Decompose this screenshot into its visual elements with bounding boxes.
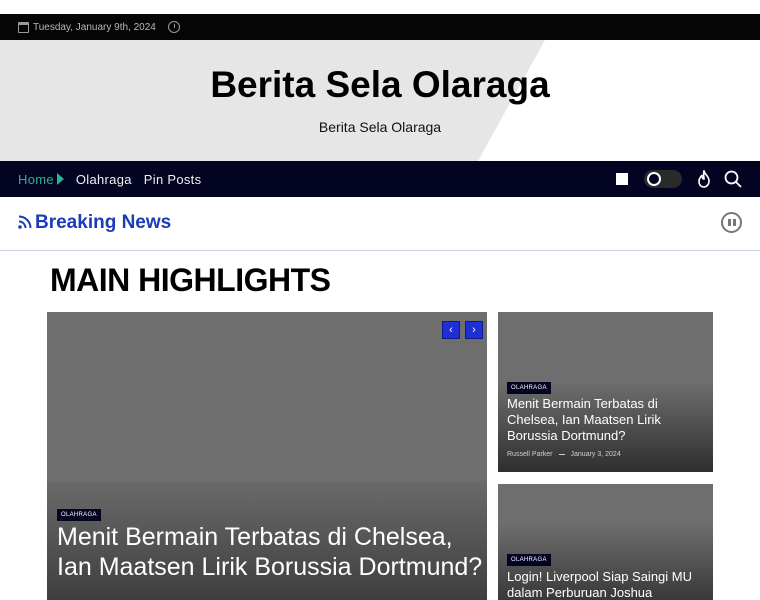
search-icon[interactable] (724, 170, 742, 188)
side-headline[interactable]: Menit Bermain Terbatas di Chelsea, Ian M… (507, 396, 707, 444)
nav-item-pin-posts[interactable]: Pin Posts (144, 172, 202, 187)
category-badge[interactable]: OLAHRAGA (507, 382, 551, 394)
pause-button[interactable] (721, 212, 742, 233)
current-date: Tuesday, January 9th, 2024 (33, 21, 156, 33)
nav-item-olahraga[interactable]: Olahraga (76, 172, 132, 187)
meta-separator (558, 454, 565, 455)
main-highlight-card[interactable]: ‹ › OLAHRAGA Menit Bermain Terbatas di C… (47, 312, 487, 600)
post-date: January 3, 2024 (570, 451, 621, 458)
nav-tools (616, 161, 760, 197)
category-badge[interactable]: OLAHRAGA (57, 509, 101, 521)
square-icon[interactable] (616, 173, 628, 185)
chevron-right-icon (56, 173, 64, 185)
main-navigation: Home Olahraga Pin Posts (0, 161, 760, 197)
rss-icon (18, 215, 32, 229)
post-author[interactable]: Russell Parker (507, 451, 553, 458)
calendar-icon (18, 21, 29, 33)
site-title[interactable]: Berita Sela Olaraga (0, 64, 760, 106)
clock-icon (167, 21, 180, 33)
side-headline[interactable]: Login! Liverpool Siap Saingi MU dalam Pe… (507, 569, 707, 600)
nav-home-label: Home (18, 171, 54, 187)
site-tagline: Berita Sela Olaraga (318, 119, 442, 135)
category-badge[interactable]: OLAHRAGA (507, 554, 551, 566)
main-headline[interactable]: Menit Bermain Terbatas di Chelsea, Ian M… (57, 522, 487, 582)
breaking-news-bar: Breaking News (0, 197, 760, 251)
side-highlight-card[interactable]: OLAHRAGA Login! Liverpool Siap Saingi MU… (498, 484, 713, 600)
dark-mode-toggle[interactable] (644, 170, 682, 188)
slider-next-button[interactable]: › (465, 321, 483, 339)
top-bar: Tuesday, January 9th, 2024 (0, 14, 760, 40)
masthead: Berita Sela Olaraga Berita Sela Olaraga (0, 40, 760, 161)
slider-prev-button[interactable]: ‹ (442, 321, 460, 339)
nav-item-home[interactable]: Home (18, 172, 64, 187)
post-meta: Russell Parker January 3, 2024 (507, 451, 621, 458)
section-title: MAIN HIGHLIGHTS (50, 262, 331, 298)
flame-icon[interactable] (696, 170, 712, 188)
side-highlight-card[interactable]: OLAHRAGA Menit Bermain Terbatas di Chels… (498, 312, 713, 472)
breaking-news-title: Breaking News (35, 212, 172, 233)
